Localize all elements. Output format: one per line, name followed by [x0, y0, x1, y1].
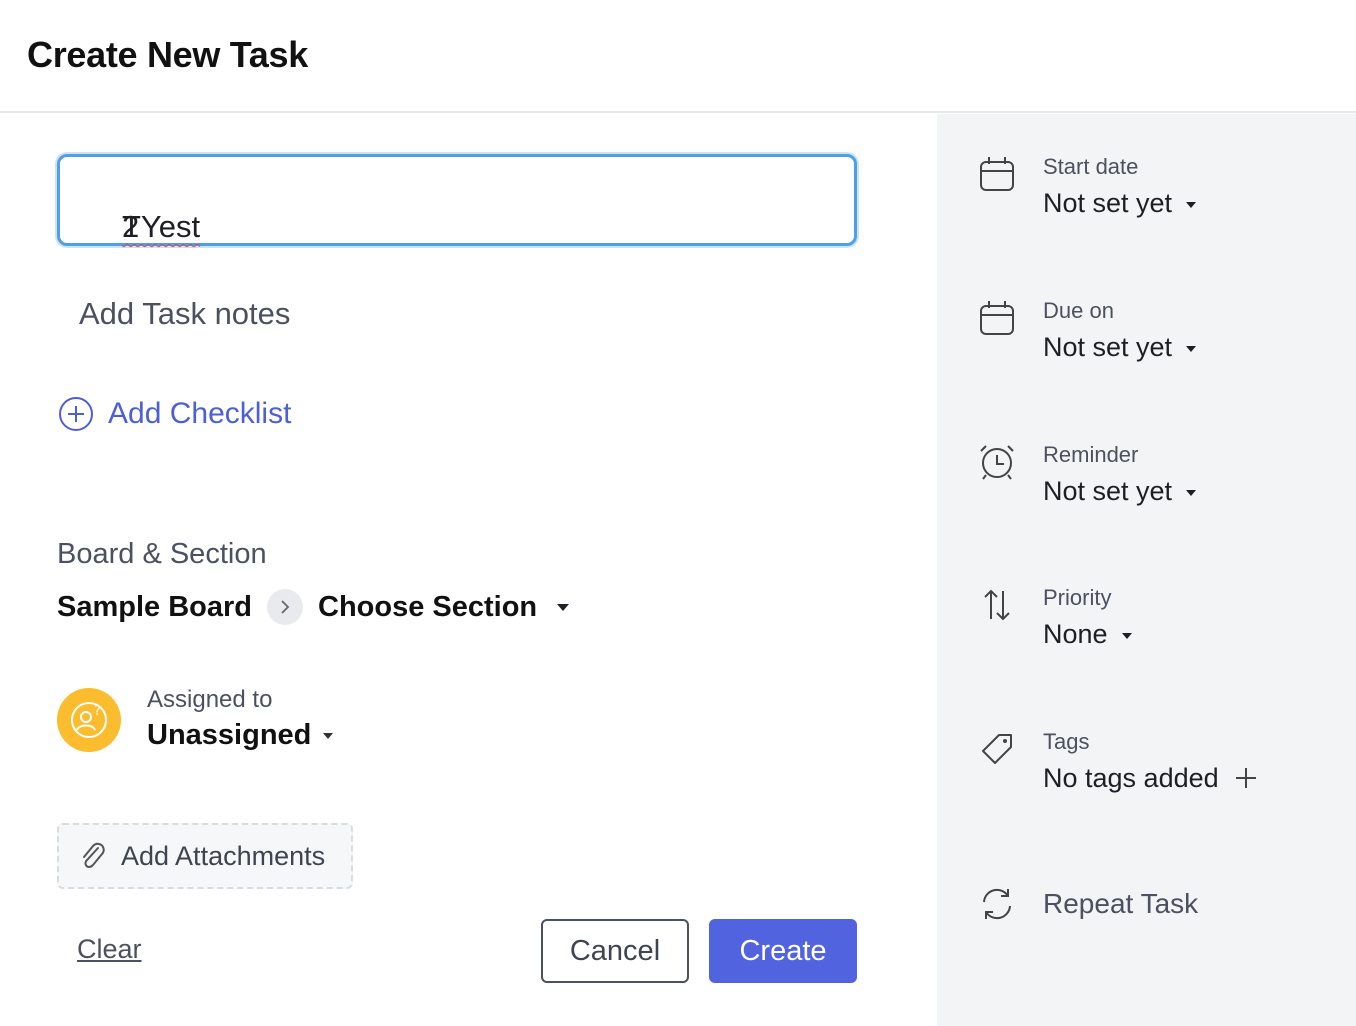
caret-down-icon [557, 604, 570, 612]
due-date-dropdown[interactable]: Not set yet [1043, 332, 1197, 363]
task-properties-sidebar: Start date Not set yet Due on Not set ye… [937, 114, 1356, 1026]
task-title-rest: 2 [122, 209, 140, 244]
priority-value: None [1043, 619, 1108, 649]
reminder-dropdown[interactable]: Not set yet [1043, 476, 1197, 507]
assignee-dropdown[interactable]: Unassigned [147, 719, 334, 752]
tags-label: Tags [1043, 729, 1090, 754]
tags-value-row: No tags added [1043, 763, 1257, 794]
svg-text:?: ? [94, 704, 101, 719]
caret-down-icon [1186, 345, 1197, 352]
start-date-label: Start date [1043, 154, 1139, 179]
add-checklist-button[interactable]: Add Checklist [58, 396, 291, 432]
caret-down-icon [1186, 201, 1197, 208]
calendar-icon [980, 157, 1014, 191]
user-question-icon: ? [71, 702, 107, 738]
assignee-value: Unassigned [147, 719, 312, 751]
reminder-label: Reminder [1043, 442, 1139, 467]
task-form: TYest 2 Add Task notes Add Checklist Boa… [0, 114, 937, 1026]
assigned-to-label: Assigned to [147, 686, 273, 713]
add-checklist-label: Add Checklist [108, 397, 292, 430]
caret-down-icon [323, 733, 334, 740]
caret-down-icon [1121, 632, 1132, 639]
board-section-selector: Sample Board Choose Section [57, 586, 570, 628]
caret-down-icon [1186, 489, 1197, 496]
calendar-icon [980, 301, 1014, 335]
plus-circle-icon [59, 397, 93, 431]
reminder-value: Not set yet [1043, 476, 1173, 506]
board-name[interactable]: Sample Board [57, 591, 252, 624]
priority-label: Priority [1043, 585, 1112, 610]
create-button[interactable]: Create [709, 919, 857, 983]
paperclip-icon [83, 842, 105, 869]
add-attachments-button[interactable]: Add Attachments [57, 823, 353, 889]
start-date-value: Not set yet [1043, 188, 1173, 218]
task-notes-input[interactable]: Add Task notes [79, 296, 290, 332]
tag-icon [982, 734, 1012, 764]
assignee-field: ? Assigned to Unassigned [57, 686, 334, 752]
clear-link[interactable]: Clear [77, 934, 142, 965]
page-title: Create New Task [27, 34, 308, 75]
repeat-task-label: Repeat Task [1043, 888, 1199, 919]
chevron-right-icon [267, 589, 303, 625]
repeat-icon [983, 888, 1011, 920]
cancel-button[interactable]: Cancel [541, 919, 689, 983]
unassigned-avatar[interactable]: ? [57, 688, 121, 752]
task-title-input[interactable]: TYest 2 [57, 154, 857, 246]
repeat-task-button[interactable]: Repeat Task [977, 884, 1198, 924]
board-section-label: Board & Section [57, 538, 267, 570]
section-dropdown[interactable]: Choose Section [318, 590, 570, 624]
add-attachments-label: Add Attachments [121, 840, 326, 871]
tags-value: No tags added [1043, 763, 1219, 793]
priority-dropdown[interactable]: None [1043, 619, 1132, 650]
alarm-clock-icon [980, 445, 1014, 480]
section-dropdown-label: Choose Section [318, 590, 538, 623]
due-date-value: Not set yet [1043, 332, 1173, 362]
due-date-label: Due on [1043, 298, 1114, 323]
add-tag-plus-icon[interactable] [1235, 767, 1257, 789]
sort-arrows-icon [984, 589, 1010, 621]
start-date-dropdown[interactable]: Not set yet [1043, 188, 1197, 219]
dialog-header: Create New Task [0, 0, 1356, 113]
